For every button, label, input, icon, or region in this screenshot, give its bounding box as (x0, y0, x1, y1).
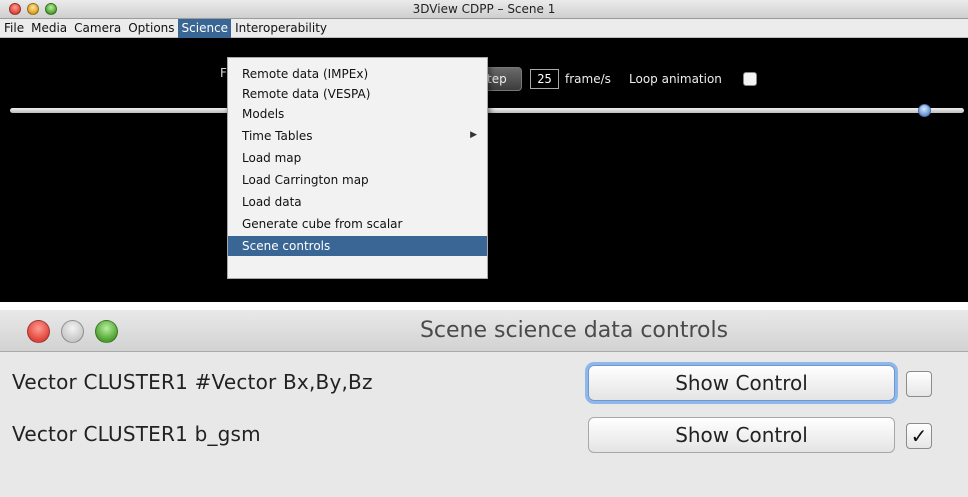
menu-file[interactable]: File (0, 19, 27, 38)
menu-item-models[interactable]: Models (228, 104, 487, 124)
menu-item-generate-cube[interactable]: Generate cube from scalar (228, 214, 487, 234)
menu-item-time-tables[interactable]: Time Tables ▶ (228, 126, 487, 146)
time-slider-thumb[interactable] (918, 104, 931, 117)
show-control-button[interactable]: Show Control (588, 417, 895, 453)
show-control-button[interactable]: Show Control (588, 365, 895, 401)
menu-options[interactable]: Options (124, 19, 177, 38)
menu-bar: File Media Camera Options Science Intero… (0, 19, 968, 38)
menu-item-load-map[interactable]: Load map (228, 148, 487, 168)
menu-interoperability[interactable]: Interoperability (231, 19, 330, 38)
visibility-checkbox[interactable] (906, 371, 932, 397)
menu-item-load-data[interactable]: Load data (228, 192, 487, 212)
menu-camera[interactable]: Camera (70, 19, 124, 38)
hidden-control-label: F (220, 66, 227, 80)
scene-controls-window: Scene science data controls Vector CLUST… (0, 310, 968, 497)
data-row-label: Vector CLUSTER1 b_gsm (12, 422, 261, 446)
menu-media[interactable]: Media (27, 19, 70, 38)
dialog-title-bar: Scene science data controls (0, 310, 968, 352)
main-window: 3DView CDPP – Scene 1 File Media Camera … (0, 0, 968, 302)
visibility-checkbox[interactable]: ✓ (906, 423, 932, 449)
title-bar: 3DView CDPP – Scene 1 (0, 0, 968, 19)
loop-animation-checkbox[interactable] (743, 72, 757, 86)
window-title: 3DView CDPP – Scene 1 (412, 2, 556, 16)
data-row-label: Vector CLUSTER1 #Vector Bx,By,Bz (12, 370, 373, 394)
menu-item-load-carrington-map[interactable]: Load Carrington map (228, 170, 487, 190)
menu-science[interactable]: Science (177, 19, 232, 38)
menu-item-scene-controls[interactable]: Scene controls (228, 236, 487, 256)
menu-item-remote-data-vespa[interactable]: Remote data (VESPA) (228, 84, 487, 104)
fps-unit-label: frame/s (565, 72, 611, 86)
loop-animation-label: Loop animation (629, 72, 722, 86)
menu-item-remote-data-impex[interactable]: Remote data (IMPEx) (228, 64, 487, 84)
submenu-arrow-icon: ▶ (470, 130, 477, 140)
data-control-row: Vector CLUSTER1 b_gsm Show Control ✓ (0, 410, 968, 458)
fps-input[interactable]: 25 (530, 69, 559, 89)
science-dropdown-menu: Remote data (IMPEx) Remote data (VESPA) … (227, 57, 488, 279)
data-control-row: Vector CLUSTER1 #Vector Bx,By,Bz Show Co… (0, 358, 968, 406)
dialog-title: Scene science data controls (419, 318, 729, 343)
